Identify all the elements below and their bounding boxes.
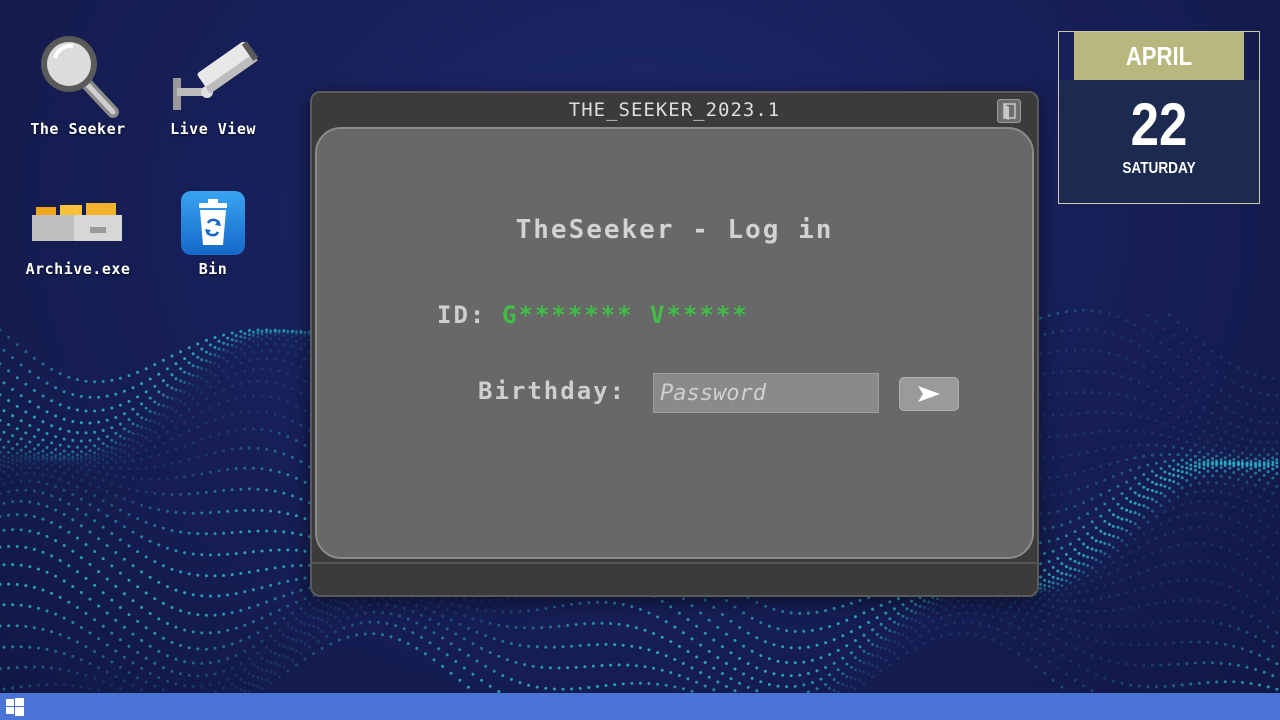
desktop-icon-label: The Seeker <box>30 120 126 138</box>
recycle-bin-icon <box>181 190 245 255</box>
password-input[interactable] <box>653 373 879 413</box>
login-window: THE_SEEKER_2023.1 TheSeeker - Log in ID:… <box>310 91 1039 597</box>
calendar-month: APRIL <box>1074 32 1244 80</box>
login-title: TheSeeker - Log in <box>515 215 834 245</box>
exit-icon[interactable] <box>997 99 1021 123</box>
desktop-icon-label: Live View <box>170 120 256 138</box>
birthday-label: Birthday: <box>478 377 627 405</box>
security-camera-icon <box>173 41 259 110</box>
desktop-icon-bin[interactable]: Bin <box>153 185 273 278</box>
play-arrow-icon <box>918 386 940 402</box>
id-label: ID: <box>437 301 487 329</box>
desktop-icon-the-seeker[interactable]: The Seeker <box>18 30 138 138</box>
desktop-icon-label: Bin <box>198 260 228 278</box>
desktop-icon-label: Archive.exe <box>25 260 131 278</box>
login-panel: TheSeeker - Log in ID: G******* V***** B… <box>315 127 1034 559</box>
calendar-weekday: SATURDAY <box>1122 160 1196 177</box>
desktop-icon-live-view[interactable]: Live View <box>153 30 273 138</box>
file-drawer-icon <box>32 202 122 241</box>
calendar-widget: APRIL 22 SATURDAY <box>1058 31 1260 204</box>
taskbar <box>0 693 1280 720</box>
window-footer-divider <box>312 562 1037 564</box>
window-title: THE_SEEKER_2023.1 <box>568 99 781 121</box>
submit-button[interactable] <box>899 377 959 411</box>
desktop-icon-archive[interactable]: Archive.exe <box>18 185 138 278</box>
magnifier-icon <box>41 36 119 118</box>
id-value: G******* V***** <box>502 301 749 329</box>
calendar-day: 22 <box>1130 91 1188 158</box>
windows-logo-icon[interactable] <box>6 698 24 716</box>
